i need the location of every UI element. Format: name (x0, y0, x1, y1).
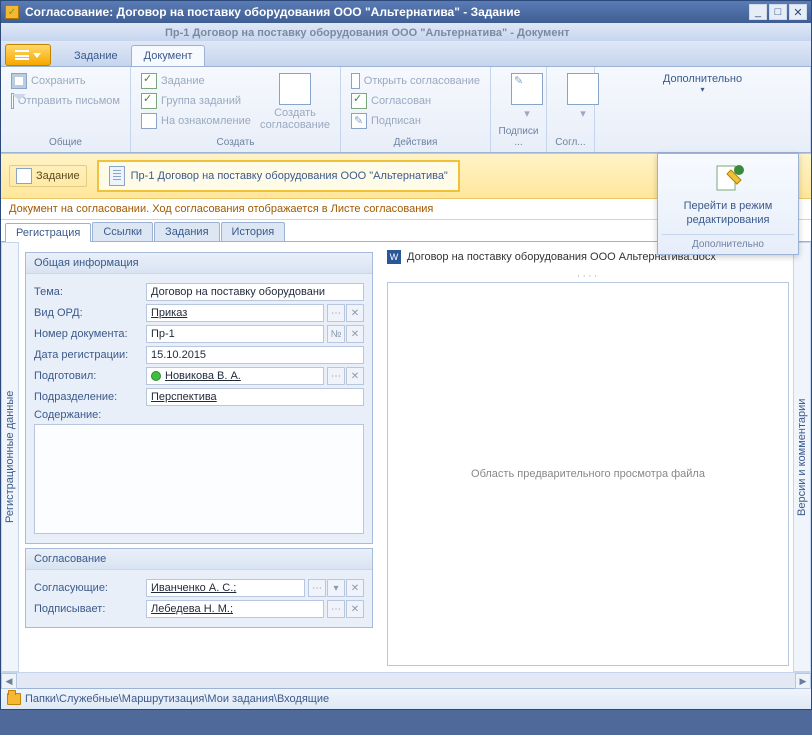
number-label: Номер документа: (34, 328, 146, 340)
task-doc-icon (16, 168, 32, 184)
dept-label: Подразделение: (34, 391, 146, 403)
approval-icon (567, 73, 599, 105)
fieldset-general: Общая информация Тема: Договор на постав… (25, 252, 373, 544)
dropdown-footer: Дополнительно (662, 234, 794, 250)
ord-input[interactable]: Приказ (146, 304, 324, 322)
approvers-label: Согласующие: (34, 582, 146, 594)
edit-mode-dropdown: Перейти в режим редактирования Дополните… (657, 153, 799, 255)
tab-history[interactable]: История (221, 222, 286, 241)
fieldset-general-header: Общая информация (26, 253, 372, 274)
tab-tasks[interactable]: Задания (154, 222, 219, 241)
number-clear-button[interactable]: ✕ (346, 325, 364, 343)
folder-icon (7, 693, 21, 705)
author-input[interactable]: Новикова В. А. (146, 367, 324, 385)
ribbon-group-signatures: Подписи ... (497, 124, 540, 150)
approvers-dropdown-button[interactable]: ▾ (327, 579, 345, 597)
document-subtitle: Пр-1 Договор на поставку оборудования ОО… (1, 23, 811, 41)
send-mail-button[interactable]: Отправить письмом (7, 91, 124, 111)
strip-task-button[interactable]: Задание (9, 165, 87, 187)
ribbon-group-actions: Действия (347, 135, 484, 150)
author-lookup-button[interactable]: ⋯ (327, 367, 345, 385)
fieldset-approval-header: Согласование (26, 549, 372, 570)
document-icon (109, 166, 125, 186)
ribbon: Сохранить Отправить письмом Общие Задани… (1, 67, 811, 153)
window-titlebar: ✓ Согласование: Договор на поставку обор… (1, 1, 811, 23)
content-area: Регистрационные данные Общая информация … (1, 242, 811, 672)
extra-dropdown[interactable]: Дополнительно▾ (601, 71, 804, 96)
signed-icon (351, 113, 367, 129)
ribbon-group-common: Общие (7, 135, 124, 150)
right-side-panel-toggle[interactable]: Версии и комментарии (793, 242, 811, 672)
save-button[interactable]: Сохранить (7, 71, 124, 91)
left-side-panel-toggle[interactable]: Регистрационные данные (1, 242, 19, 672)
save-icon (11, 73, 27, 89)
approved-icon (351, 93, 367, 109)
approvers-input[interactable]: Иванченко А. С.; (146, 579, 305, 597)
number-gen-button[interactable]: № (327, 325, 345, 343)
presence-icon (151, 371, 161, 381)
signed-button[interactable]: Подписан (347, 111, 484, 131)
approvers-lookup-button[interactable]: ⋯ (308, 579, 326, 597)
date-input[interactable]: 15.10.2015 (146, 346, 364, 364)
signer-lookup-button[interactable]: ⋯ (327, 600, 345, 618)
tab-task[interactable]: Задание (61, 45, 131, 66)
task-group-icon (141, 93, 157, 109)
signer-clear-button[interactable]: ✕ (346, 600, 364, 618)
form-area: Общая информация Тема: Договор на постав… (19, 242, 379, 672)
open-approval-icon (351, 73, 360, 89)
content-label: Содержание: (34, 409, 146, 421)
app-menu-button[interactable] (5, 44, 51, 66)
ord-lookup-button[interactable]: ⋯ (327, 304, 345, 322)
edit-mode-button[interactable]: Перейти в режим редактирования (662, 200, 794, 228)
maximize-button[interactable]: □ (769, 4, 787, 20)
drag-handle[interactable]: ···· (387, 270, 789, 282)
preview-box: Область предварительного просмотра файла (387, 282, 789, 666)
topic-input[interactable]: Договор на поставку оборудовани (146, 283, 364, 301)
create-approval-icon (279, 73, 311, 105)
date-label: Дата регистрации: (34, 349, 146, 361)
dept-input[interactable]: Перспектива (146, 388, 364, 406)
scroll-left-button[interactable]: ◀ (1, 673, 17, 689)
ord-label: Вид ОРД: (34, 307, 146, 319)
signature-icon (511, 73, 543, 105)
edit-mode-icon (711, 162, 745, 196)
ribbon-group-create: Создать (137, 135, 334, 150)
tab-document[interactable]: Документ (131, 45, 206, 66)
breadcrumb-path[interactable]: Папки\Служебные\Маршрутизация\Мои задани… (25, 693, 329, 705)
author-label: Подготовил: (34, 370, 146, 382)
open-approval-button[interactable]: Открыть согласование (347, 71, 484, 91)
close-button[interactable]: ✕ (789, 4, 807, 20)
main-tab-bar: Задание Документ (1, 41, 811, 67)
create-task-group-button[interactable]: Группа заданий (137, 91, 256, 111)
content-textarea[interactable] (34, 424, 364, 534)
minimize-button[interactable]: _ (749, 4, 767, 20)
tab-links[interactable]: Ссылки (92, 222, 153, 241)
preview-placeholder: Область предварительного просмотра файла (471, 468, 705, 480)
task-icon (141, 73, 157, 89)
ribbon-group-approval: Согл... (553, 135, 588, 150)
strip-document-box[interactable]: Пр-1 Договор на поставку оборудования ОО… (97, 160, 460, 192)
status-bar: Папки\Служебные\Маршрутизация\Мои задани… (1, 688, 811, 709)
create-acquaint-button[interactable]: На ознакомление (137, 111, 256, 131)
create-approval-button[interactable]: Создать согласование (256, 71, 334, 133)
window-title: Согласование: Договор на поставку оборуд… (25, 5, 747, 19)
signer-label: Подписывает: (34, 603, 146, 615)
scroll-right-button[interactable]: ▶ (795, 673, 811, 689)
fieldset-approval: Согласование Согласующие: Иванченко А. С… (25, 548, 373, 628)
acquaint-icon (141, 113, 157, 129)
preview-area: W Договор на поставку оборудования ООО А… (379, 242, 793, 672)
topic-label: Тема: (34, 286, 146, 298)
mail-icon (11, 93, 14, 109)
word-icon: W (387, 250, 401, 264)
number-input[interactable]: Пр-1 (146, 325, 324, 343)
approvers-clear-button[interactable]: ✕ (346, 579, 364, 597)
author-clear-button[interactable]: ✕ (346, 367, 364, 385)
app-icon: ✓ (5, 5, 19, 19)
horizontal-scrollbar[interactable]: ◀ ▶ (1, 672, 811, 688)
ord-clear-button[interactable]: ✕ (346, 304, 364, 322)
create-task-button[interactable]: Задание (137, 71, 256, 91)
signer-input[interactable]: Лебедева Н. М.; (146, 600, 324, 618)
tab-registration[interactable]: Регистрация (5, 223, 91, 242)
approved-button[interactable]: Согласован (347, 91, 484, 111)
